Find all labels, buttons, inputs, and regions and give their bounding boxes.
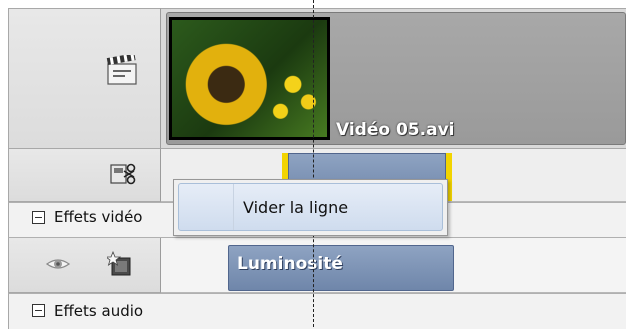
clear-line-label: Vider la ligne	[243, 198, 349, 217]
video-effects-label: Effets vidéo	[54, 208, 143, 226]
menu-icon-gutter	[179, 184, 234, 230]
scissors-icon[interactable]	[110, 162, 138, 186]
clapperboard-icon[interactable]	[105, 55, 139, 87]
context-menu: Vider la ligne	[173, 179, 448, 236]
audio-effects-label: Effets audio	[54, 302, 144, 320]
collapse-icon[interactable]	[32, 211, 45, 224]
clear-line-menu-item[interactable]: Vider la ligne	[178, 183, 443, 231]
collapse-icon[interactable]	[32, 304, 45, 317]
audio-effects-section[interactable]: Effets audio	[8, 293, 626, 329]
playhead-line[interactable]	[313, 0, 314, 327]
split-lane-header	[8, 149, 161, 202]
video-clip[interactable]: Vidéo 05.avi	[166, 12, 626, 145]
effect-star-icon[interactable]	[107, 251, 133, 277]
luminosity-clip-label: Luminosité	[237, 254, 343, 274]
video-thumbnail	[169, 17, 330, 140]
video-track-header	[8, 8, 161, 149]
video-clip-title: Vidéo 05.avi	[336, 120, 455, 140]
eye-icon[interactable]	[45, 255, 71, 273]
video-effect-track-header	[8, 238, 161, 293]
luminosity-effect-clip[interactable]: Luminosité	[228, 245, 454, 291]
